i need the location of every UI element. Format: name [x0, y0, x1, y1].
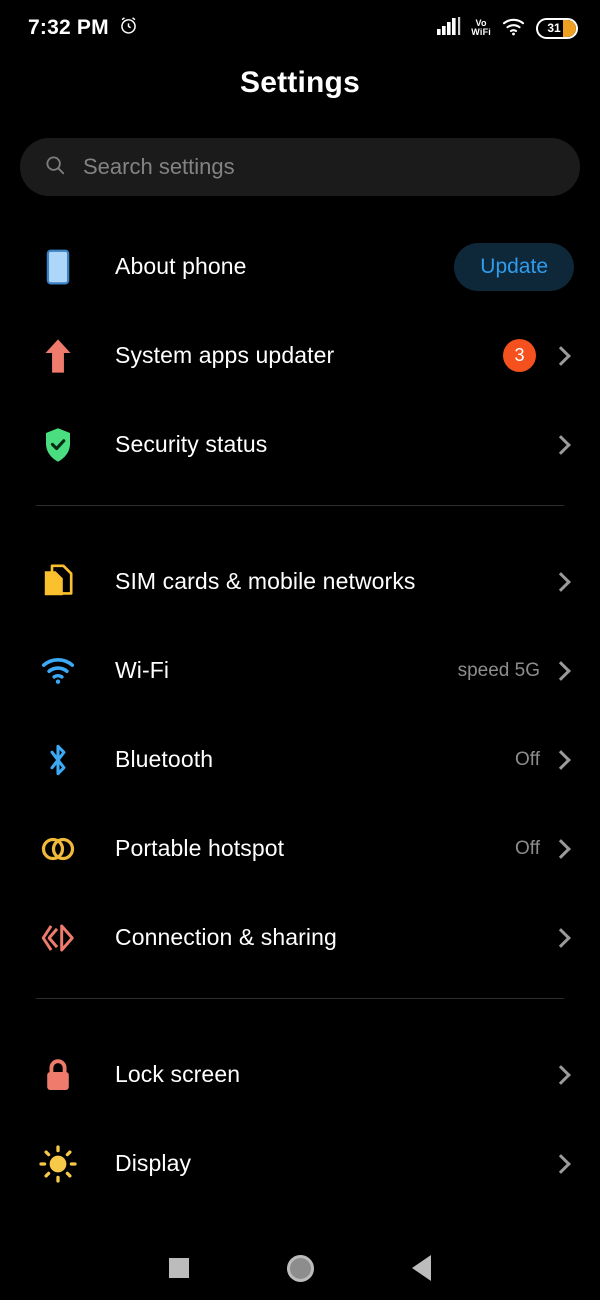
chevron-right-icon	[551, 660, 571, 681]
settings-row-portable-hotspot[interactable]: Portable hotspot Off	[0, 804, 600, 893]
chevron-right-icon	[551, 345, 571, 366]
battery-level: 31	[547, 21, 561, 35]
home-circle-icon[interactable]	[287, 1254, 314, 1282]
settings-row-lock-screen[interactable]: Lock screen	[0, 1030, 600, 1119]
chevron-right-icon	[551, 571, 571, 592]
settings-row-label: Portable hotspot	[115, 835, 285, 861]
settings-row-label: Connection & sharing	[115, 924, 337, 950]
chevron-right-icon	[551, 1064, 571, 1085]
search-input[interactable]: Search settings	[20, 138, 580, 196]
status-bar: 7:32 PM Vo WiFi 31	[0, 0, 600, 56]
hotspot-rings-icon	[36, 827, 80, 871]
settings-row-label: About phone	[115, 253, 247, 279]
search-icon	[44, 154, 66, 181]
settings-row-label: Security status	[115, 431, 268, 457]
back-triangle-icon[interactable]	[412, 1255, 431, 1281]
settings-row-label: Display	[115, 1150, 192, 1176]
update-count-badge: 3	[503, 339, 536, 372]
battery-fill	[563, 19, 576, 37]
settings-row-display[interactable]: Display	[0, 1119, 600, 1208]
shield-check-icon	[36, 423, 80, 467]
wifi-icon	[36, 649, 80, 693]
section-divider	[36, 998, 564, 999]
settings-row-label: Lock screen	[115, 1061, 241, 1087]
chevron-right-icon	[551, 749, 571, 770]
settings-row-wifi[interactable]: Wi-Fi speed 5G	[0, 626, 600, 715]
wifi-icon	[501, 16, 526, 41]
chevron-right-icon	[551, 434, 571, 455]
alarm-clock-icon	[118, 15, 139, 41]
volte-wifi-indicator: Vo WiFi	[471, 17, 491, 38]
settings-row-security-status[interactable]: Security status	[0, 400, 600, 489]
settings-list: About phone Update System apps updater 3…	[0, 222, 600, 1208]
sun-brightness-icon	[36, 1142, 80, 1186]
cellular-signal-icon	[437, 16, 461, 41]
up-arrow-icon	[36, 334, 80, 378]
android-navigation-bar	[0, 1236, 600, 1300]
settings-row-about-phone[interactable]: About phone Update	[0, 222, 600, 311]
status-bar-left: 7:32 PM	[28, 15, 139, 41]
settings-row-label: System apps updater	[115, 342, 335, 368]
settings-row-label: Bluetooth	[115, 746, 214, 772]
status-bar-right: Vo WiFi 31	[437, 16, 578, 41]
volte-label-top: Vo	[475, 17, 487, 28]
settings-row-sim-cards[interactable]: SIM cards & mobile networks	[0, 537, 600, 626]
connection-sharing-icon	[36, 916, 80, 960]
search-placeholder: Search settings	[83, 154, 235, 179]
settings-row-label: SIM cards & mobile networks	[115, 568, 416, 594]
settings-row-system-apps-updater[interactable]: System apps updater 3	[0, 311, 600, 400]
page-title: Settings	[240, 66, 360, 99]
settings-screen: 7:32 PM Vo WiFi 31 Settings Search setti…	[0, 0, 600, 1300]
update-button[interactable]: Update	[454, 242, 574, 291]
settings-row-bluetooth[interactable]: Bluetooth Off	[0, 715, 600, 804]
bluetooth-icon	[36, 738, 80, 782]
padlock-icon	[36, 1053, 80, 1097]
settings-row-value: speed 5G	[457, 659, 540, 681]
settings-row-value: Off	[515, 837, 540, 859]
volte-label-bottom: WiFi	[471, 27, 491, 37]
section-divider	[36, 505, 564, 506]
battery-indicator: 31	[536, 17, 578, 39]
recents-square-icon[interactable]	[169, 1258, 189, 1278]
chevron-right-icon	[551, 927, 571, 948]
sim-cards-icon	[36, 560, 80, 604]
chevron-right-icon	[551, 1153, 571, 1174]
status-clock: 7:32 PM	[28, 16, 109, 39]
chevron-right-icon	[551, 838, 571, 859]
phone-device-icon	[36, 245, 80, 289]
settings-row-value: Off	[515, 748, 540, 770]
settings-row-label: Wi-Fi	[115, 657, 170, 683]
settings-row-connection-sharing[interactable]: Connection & sharing	[0, 893, 600, 982]
